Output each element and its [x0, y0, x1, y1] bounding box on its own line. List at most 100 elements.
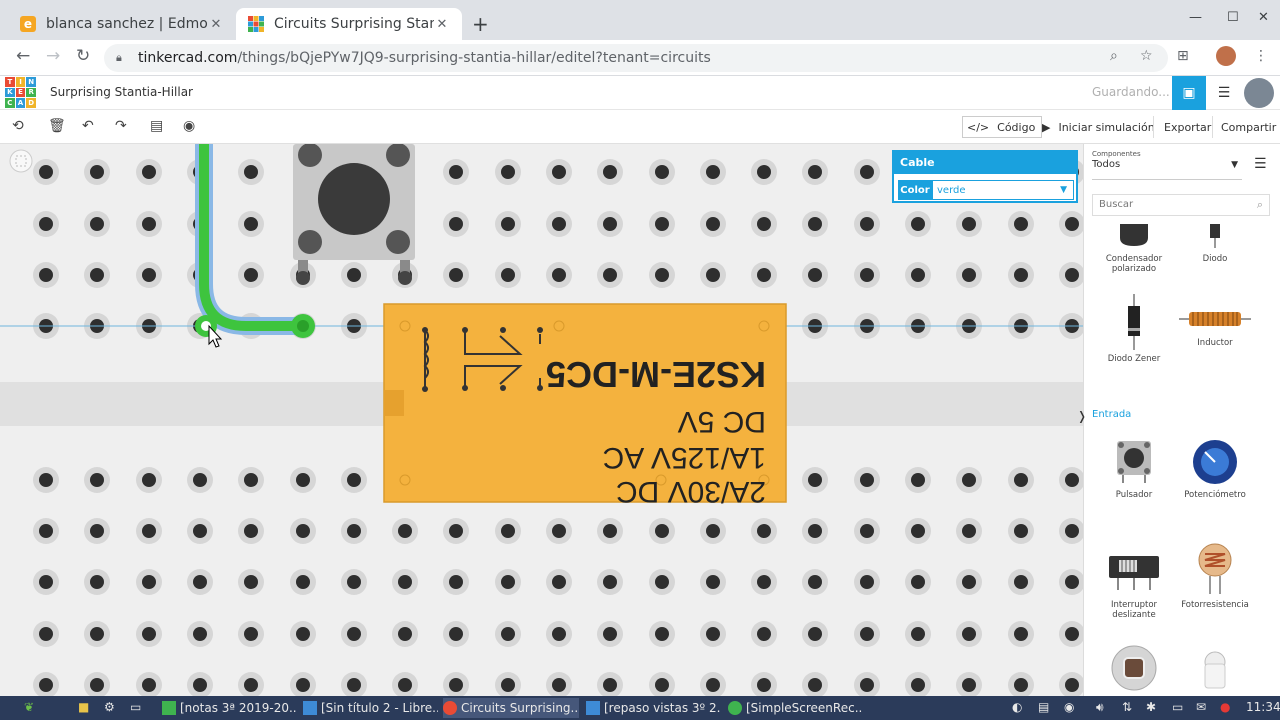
- notes-icon[interactable]: ▤: [150, 118, 163, 134]
- share-button[interactable]: Compartir: [1221, 116, 1276, 138]
- task-screenrec[interactable]: [SimpleScreenRec...: [728, 698, 863, 718]
- forward-icon[interactable]: →: [46, 46, 60, 66]
- component-polarized-capacitor[interactable]: Condensador polarizado: [1094, 224, 1174, 274]
- eye-icon[interactable]: ◉: [183, 118, 195, 134]
- breadboard-hole-center: [757, 627, 771, 641]
- pushbutton-icon: [1117, 441, 1151, 483]
- minimize-icon[interactable]: —: [1189, 10, 1202, 25]
- record-icon[interactable]: ●: [1220, 700, 1230, 714]
- breadboard-hole-center: [501, 627, 515, 641]
- undo-icon[interactable]: ↶: [82, 118, 94, 134]
- volume-icon[interactable]: 🔊︎: [1096, 700, 1104, 715]
- component-potentiometer[interactable]: Potenciómetro: [1175, 438, 1255, 500]
- clock[interactable]: 11:34: [1246, 700, 1280, 714]
- breadboard-hole-center: [1014, 678, 1028, 692]
- breadboard-hole-center: [706, 165, 720, 179]
- breadboard-hole-center: [603, 678, 617, 692]
- list-view-icon[interactable]: ☰: [1254, 156, 1267, 172]
- code-button[interactable]: </> Código: [962, 116, 1043, 138]
- component-diode[interactable]: Diodo: [1175, 224, 1255, 264]
- address-bar: ← → ↻ 🔒︎ tinkercad.com/things/bQjePYw7JQ…: [0, 40, 1280, 76]
- zoom-icon[interactable]: ⌕: [1110, 48, 1118, 64]
- breadboard-canvas[interactable]: 2A/30V DC 1A/125V AC DC 5V KS2E-M-DC5: [0, 144, 1083, 696]
- start-menu-icon[interactable]: ❦: [24, 700, 34, 714]
- export-button[interactable]: Exportar: [1164, 116, 1211, 138]
- breadboard-hole-center: [911, 575, 925, 589]
- breadboard-hole-center: [296, 627, 310, 641]
- breadboard-hole-center: [706, 627, 720, 641]
- user-avatar[interactable]: [1244, 78, 1274, 108]
- desktop-icon[interactable]: ▭: [130, 700, 141, 714]
- mail-icon[interactable]: ✉: [1196, 700, 1206, 714]
- tab-tinkercad[interactable]: Circuits Surprising Stanti ✕: [236, 8, 462, 40]
- section-input-label[interactable]: Entrada: [1092, 409, 1131, 420]
- extensions-icon[interactable]: ⊞: [1177, 48, 1189, 64]
- close-icon[interactable]: ✕: [208, 17, 224, 32]
- profile-avatar[interactable]: [1216, 46, 1236, 66]
- breadboard-hole-center: [860, 627, 874, 641]
- logo-letter: E: [15, 87, 26, 98]
- breadboard-hole-center: [552, 627, 566, 641]
- component-partial-1[interactable]: [1094, 644, 1174, 696]
- component-pushbutton[interactable]: Pulsador: [1094, 438, 1174, 500]
- rotate-icon[interactable]: ⟲: [12, 118, 24, 134]
- component-photoresistor[interactable]: Fotorresistencia: [1175, 542, 1255, 610]
- component-partial-2[interactable]: [1175, 650, 1255, 694]
- component-slide-switch[interactable]: Interruptor deslizante: [1094, 548, 1174, 620]
- redo-icon[interactable]: ↷: [115, 118, 127, 134]
- component-inductor[interactable]: Inductor: [1175, 304, 1255, 348]
- maximize-icon[interactable]: ☐: [1227, 10, 1239, 25]
- circuit-view-button[interactable]: ▣: [1172, 76, 1206, 110]
- url-field[interactable]: 🔒︎ tinkercad.com/things/bQjePYw7JQ9-surp…: [104, 44, 1168, 72]
- bookmark-star-icon[interactable]: ☆: [1140, 48, 1153, 64]
- relay-component[interactable]: 2A/30V DC 1A/125V AC DC 5V KS2E-M-DC5: [383, 303, 787, 508]
- close-window-icon[interactable]: ✕: [1258, 10, 1269, 25]
- settings-icon[interactable]: ⚙: [104, 700, 115, 714]
- breadboard-hole-center: [706, 217, 720, 231]
- folder-icon[interactable]: ■: [78, 700, 89, 714]
- color-select[interactable]: verde ▼: [932, 180, 1074, 200]
- new-tab-button[interactable]: +: [472, 12, 489, 36]
- relay-coil-voltage: DC 5V: [678, 405, 766, 438]
- start-simulation-button[interactable]: ▶ Iniciar simulación: [1034, 116, 1163, 138]
- network-icon[interactable]: ⇅: [1122, 700, 1132, 714]
- task-chrome[interactable]: Circuits Surprising...: [443, 698, 579, 718]
- task-calc[interactable]: [notas 3ª 2019-20...: [162, 698, 297, 718]
- component-zener-diode[interactable]: Diodo Zener: [1094, 294, 1174, 364]
- bluetooth-icon[interactable]: ✱: [1146, 700, 1156, 714]
- menu-dots-icon[interactable]: ⋮: [1254, 48, 1268, 64]
- breadboard-hole-center: [193, 678, 207, 692]
- table-icon: ☰: [1217, 85, 1231, 101]
- slide-switch-icon: [1109, 556, 1159, 590]
- breadboard-hole-center: [962, 268, 976, 282]
- clipboard-icon[interactable]: ▤: [1038, 700, 1049, 714]
- task-writer[interactable]: [Sin título 2 - Libre...: [303, 698, 438, 718]
- breadboard-hole-center: [1065, 473, 1079, 487]
- app-header: T I N K E R C A D Surprising Stantia-Hil…: [0, 76, 1280, 110]
- fit-view-icon[interactable]: [9, 149, 33, 173]
- breadboard-hole-center: [1065, 575, 1079, 589]
- task-impress[interactable]: [repaso vistas 3º 2...: [586, 698, 721, 718]
- tinkercad-logo[interactable]: T I N K E R C A D: [5, 77, 36, 108]
- breadboard-hole-center: [39, 268, 53, 282]
- tray-app-icon[interactable]: ◉: [1064, 700, 1074, 714]
- reload-icon[interactable]: ↻: [76, 46, 90, 66]
- components-list-button[interactable]: ☰: [1210, 76, 1238, 110]
- breadboard-hole-center: [347, 524, 361, 538]
- tab-edmodo[interactable]: e blanca sanchez | Edmodo ✕: [8, 8, 236, 40]
- breadboard-hole-center: [962, 678, 976, 692]
- close-icon[interactable]: ✕: [434, 17, 450, 32]
- breadboard-hole-center: [603, 217, 617, 231]
- breadboard-hole-center: [347, 268, 361, 282]
- delete-icon[interactable]: 🗑︎: [48, 118, 66, 134]
- components-label: Componentes: [1092, 150, 1141, 158]
- breadboard-hole-center: [244, 217, 258, 231]
- components-dropdown[interactable]: Componentes Todos ▼: [1092, 150, 1242, 180]
- collapse-panel-chevron-icon[interactable]: ❭: [1077, 409, 1087, 423]
- chrome-icon: [443, 701, 457, 715]
- search-input[interactable]: Buscar ⌕: [1092, 194, 1270, 216]
- display-icon[interactable]: ▭: [1172, 700, 1183, 714]
- back-icon[interactable]: ←: [16, 46, 30, 66]
- project-title[interactable]: Surprising Stantia-Hillar: [50, 85, 193, 99]
- tray-app-icon[interactable]: ◐: [1012, 700, 1022, 714]
